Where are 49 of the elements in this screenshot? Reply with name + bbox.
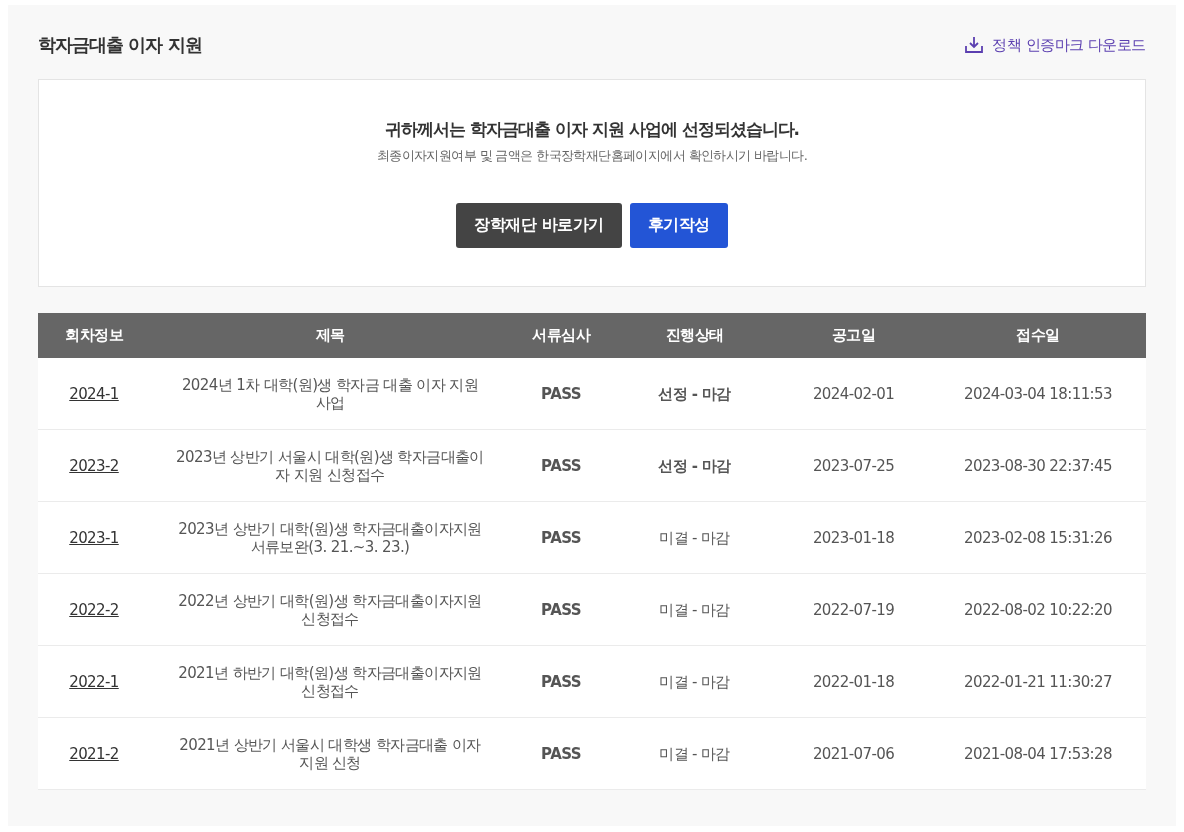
column-header: 제목 [150, 313, 510, 358]
column-header: 공고일 [777, 313, 930, 358]
column-header: 회차정보 [38, 313, 150, 358]
table-cell: 2023년 상반기 서울시 대학(원)생 학자금대출이자 지원 신청접수 [150, 430, 510, 502]
table-cell: 2022-01-18 [777, 646, 930, 718]
column-header: 접수일 [930, 313, 1146, 358]
column-header: 서류심사 [510, 313, 612, 358]
round-link[interactable]: 2022-2 [69, 600, 119, 619]
page-title: 학자금대출 이자 지원 [38, 33, 202, 57]
round-link[interactable]: 2022-1 [69, 672, 119, 691]
table-cell: PASS [510, 646, 612, 718]
table-cell: PASS [510, 502, 612, 574]
table-cell: 2022년 상반기 대학(원)생 학자금대출이자지원 신청접수 [150, 574, 510, 646]
table-cell: PASS [510, 358, 612, 430]
table-cell: 2021-07-06 [777, 718, 930, 790]
table-cell: 2023-01-18 [777, 502, 930, 574]
table-cell: 미결 - 마감 [612, 718, 777, 790]
table-cell: 2021년 상반기 서울시 대학생 학자금대출 이자 지원 신청 [150, 718, 510, 790]
table-cell: 선정 - 마감 [612, 430, 777, 502]
table-cell: PASS [510, 574, 612, 646]
table-cell: 2023-07-25 [777, 430, 930, 502]
round-link[interactable]: 2023-1 [69, 528, 119, 547]
review-button[interactable]: 후기작성 [629, 203, 728, 248]
table-cell: 2022-08-02 10:22:20 [930, 574, 1146, 646]
table-cell: 선정 - 마감 [612, 358, 777, 430]
table-cell: 2022-01-21 11:30:27 [930, 646, 1146, 718]
table-cell: 2024년 1차 대학(원)생 학자금 대출 이자 지원 사업 [150, 358, 510, 430]
download-icon [964, 36, 985, 54]
table-cell: 미결 - 마감 [612, 574, 777, 646]
download-link[interactable]: 정책 인증마크 다운로드 [964, 35, 1146, 55]
table-cell: 2024-03-04 18:11:53 [930, 358, 1146, 430]
round-link[interactable]: 2023-2 [69, 456, 119, 475]
column-header: 진행상태 [612, 313, 777, 358]
table-cell: 2023-02-08 15:31:26 [930, 502, 1146, 574]
table-cell: 미결 - 마감 [612, 646, 777, 718]
table-cell: PASS [510, 718, 612, 790]
table-cell: 2024-02-01 [777, 358, 930, 430]
table-cell: 2021년 하반기 대학(원)생 학자금대출이자지원 신청접수 [150, 646, 510, 718]
table-cell: 미결 - 마감 [612, 502, 777, 574]
table-cell: 2023-08-30 22:37:45 [930, 430, 1146, 502]
notice-subtext: 최종이자지원여부 및 금액은 한국장학재단홈페이지에서 확인하시기 바랍니다. [376, 147, 808, 165]
round-link[interactable]: 2024-1 [69, 384, 119, 403]
scholarship-button[interactable]: 장학재단 바로가기 [456, 203, 622, 248]
table-cell: 2022-07-19 [777, 574, 930, 646]
round-link[interactable]: 2021-2 [69, 744, 119, 763]
notice-headline: 귀하께서는 학자금대출 이자 지원 사업에 선정되셨습니다. [384, 118, 800, 141]
table-cell: 2023년 상반기 대학(원)생 학자금대출이자지원 서류보완(3. 21.~3. 23.) [150, 502, 510, 574]
table-cell: PASS [510, 430, 612, 502]
table-cell: 2021-08-04 17:53:28 [930, 718, 1146, 790]
